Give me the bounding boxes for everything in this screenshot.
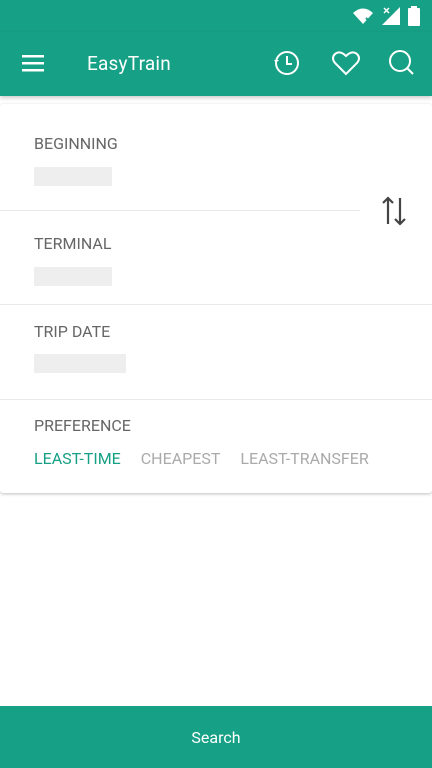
terminal-field[interactable]: TERMINAL (0, 210, 432, 304)
trip-date-label: TRIP DATE (34, 322, 111, 341)
beginning-value[interactable] (34, 167, 112, 186)
app-title: EasyTrain (87, 52, 171, 75)
preference-label: PREFERENCE (34, 416, 131, 435)
swap-stations-icon[interactable] (380, 194, 408, 228)
battery-icon (408, 6, 420, 30)
terminal-value[interactable] (34, 267, 112, 286)
trip-form-card: BEGINNING TERMINAL TRIP DATE PREFERENCE … (0, 104, 432, 493)
trip-date-field[interactable]: TRIP DATE (0, 304, 432, 398)
heart-icon[interactable] (329, 46, 363, 80)
terminal-label: TERMINAL (34, 234, 112, 253)
wifi-icon (352, 7, 374, 29)
history-icon[interactable] (270, 46, 304, 80)
menu-icon[interactable] (20, 51, 48, 75)
pref-cheapest[interactable]: CHEAPEST (141, 449, 221, 468)
pref-least-time[interactable]: LEAST-TIME (34, 449, 121, 468)
beginning-label: BEGINNING (34, 134, 118, 153)
preference-field: PREFERENCE (0, 399, 432, 493)
app-bar: EasyTrain (0, 32, 432, 96)
search-button[interactable]: Search (0, 706, 432, 768)
status-icons (352, 6, 420, 30)
search-icon[interactable] (385, 46, 419, 80)
beginning-field[interactable]: BEGINNING (0, 104, 432, 210)
trip-date-value[interactable] (34, 354, 126, 373)
preference-options: LEAST-TIME CHEAPEST LEAST-TRANSFER (34, 449, 389, 468)
pref-least-transfer[interactable]: LEAST-TRANSFER (240, 449, 368, 468)
signal-icon (382, 7, 400, 29)
status-bar (0, 0, 432, 32)
